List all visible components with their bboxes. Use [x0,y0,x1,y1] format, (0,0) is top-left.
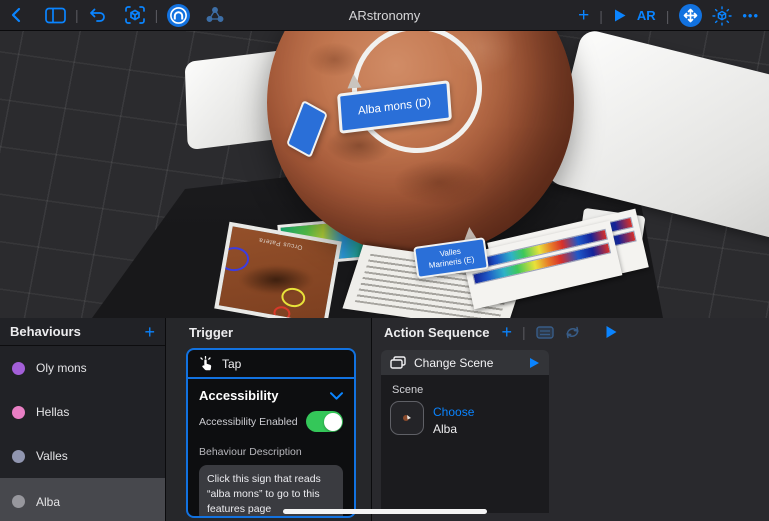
behaviour-label: Alba [36,494,61,509]
change-scene-action-card[interactable]: Change Scene [381,350,549,375]
behaviour-item-hellas[interactable]: Hellas [0,390,165,434]
home-indicator[interactable] [283,509,487,514]
trigger-type-row[interactable]: Tap [188,350,354,379]
behaviours-editor: Behaviours + Oly mons Hellas Valles Alba [0,318,769,521]
action-title: Change Scene [414,355,494,370]
undo-icon[interactable] [88,7,107,23]
more-options-button[interactable]: ••• [742,8,759,23]
behaviours-panel-toggle-icon[interactable] [167,3,191,27]
annotation-circle-red [272,304,292,318]
sidebar-toggle-icon[interactable] [45,7,66,24]
behaviour-color-dot [12,361,25,375]
action-sequence-panel: Action Sequence + | Change Scene Scene C… [372,318,769,521]
accessibility-enabled-label: Accessibility Enabled [199,415,298,428]
add-behaviour-button[interactable]: + [144,323,155,341]
run-sequence-button[interactable] [605,325,618,339]
ar-mode-button[interactable]: AR [637,8,656,23]
loop-icon[interactable] [564,325,581,340]
back-button[interactable] [8,6,24,24]
trigger-card[interactable]: Tap Accessibility Accessibility Enabled … [186,348,356,518]
behaviour-label: Oly mons [36,361,87,375]
behaviours-panel-title: Behaviours [10,324,81,339]
accessibility-section-title: Accessibility [199,388,279,403]
behaviour-color-dot [12,495,25,508]
add-object-button[interactable]: + [578,6,589,25]
scene-name-value: Alba [433,422,458,436]
toolbar-divider: | [665,7,670,24]
photo-caption: Orcus Patera [258,236,304,251]
behaviours-list-panel: Behaviours + Oly mons Hellas Valles Alba [0,318,166,521]
toggle-knob [323,412,342,431]
sign-pin [346,73,362,89]
annotation-circle-blue [218,246,250,272]
scene-viewport[interactable]: GUIDE Orcus Patera Alba mons (D) VallesM… [0,31,769,318]
scene-hierarchy-icon[interactable] [205,6,225,24]
toolbar-divider: | [599,7,603,24]
scene-field-label: Scene [392,384,424,396]
header-divider: | [521,324,526,340]
object-capture-icon[interactable] [124,5,146,25]
scenes-icon [390,356,406,369]
behaviour-label: Valles [36,449,68,463]
trigger-panel-title: Trigger [189,324,234,340]
chevron-down-icon[interactable] [330,391,343,400]
move-tool-icon[interactable] [679,4,703,27]
toolbar-divider: | [154,7,159,23]
sign-label: Valles Marineris (E) [428,247,475,271]
choose-scene-link[interactable]: Choose [433,405,474,419]
behaviour-color-dot [12,405,25,419]
behaviour-description-label: Behaviour Description [199,446,302,458]
trigger-type-label: Tap [222,356,242,371]
tap-icon [198,355,214,372]
accessibility-toggle[interactable] [306,411,343,432]
trigger-panel: Trigger Tap Accessibility Accessibility … [166,318,372,521]
play-action-button[interactable] [529,357,540,369]
behaviour-item-oly-mons[interactable]: Oly mons [0,346,165,390]
surface-feature [238,264,315,295]
app-window: | | ARstronomy + | AR | ••• Orcus Patera… [0,0,769,521]
object-settings-icon[interactable] [712,5,733,26]
action-sequence-title: Action Sequence [384,324,490,340]
toolbar: | | ARstronomy + | AR | ••• [0,0,769,31]
behaviour-item-valles[interactable]: Valles [0,434,165,478]
sign-label: Alba mons (D) [357,96,432,118]
add-action-button[interactable]: + [501,323,512,341]
behaviour-item-alba[interactable]: Alba [0,478,165,521]
behaviour-label: Hellas [36,405,70,419]
scene-thumbnail[interactable] [390,401,424,435]
behaviour-color-dot [12,449,25,463]
group-actions-icon[interactable] [535,325,554,340]
toolbar-divider: | [75,7,79,23]
action-detail-body: Scene Choose Alba [381,375,549,513]
play-button[interactable] [613,8,627,23]
